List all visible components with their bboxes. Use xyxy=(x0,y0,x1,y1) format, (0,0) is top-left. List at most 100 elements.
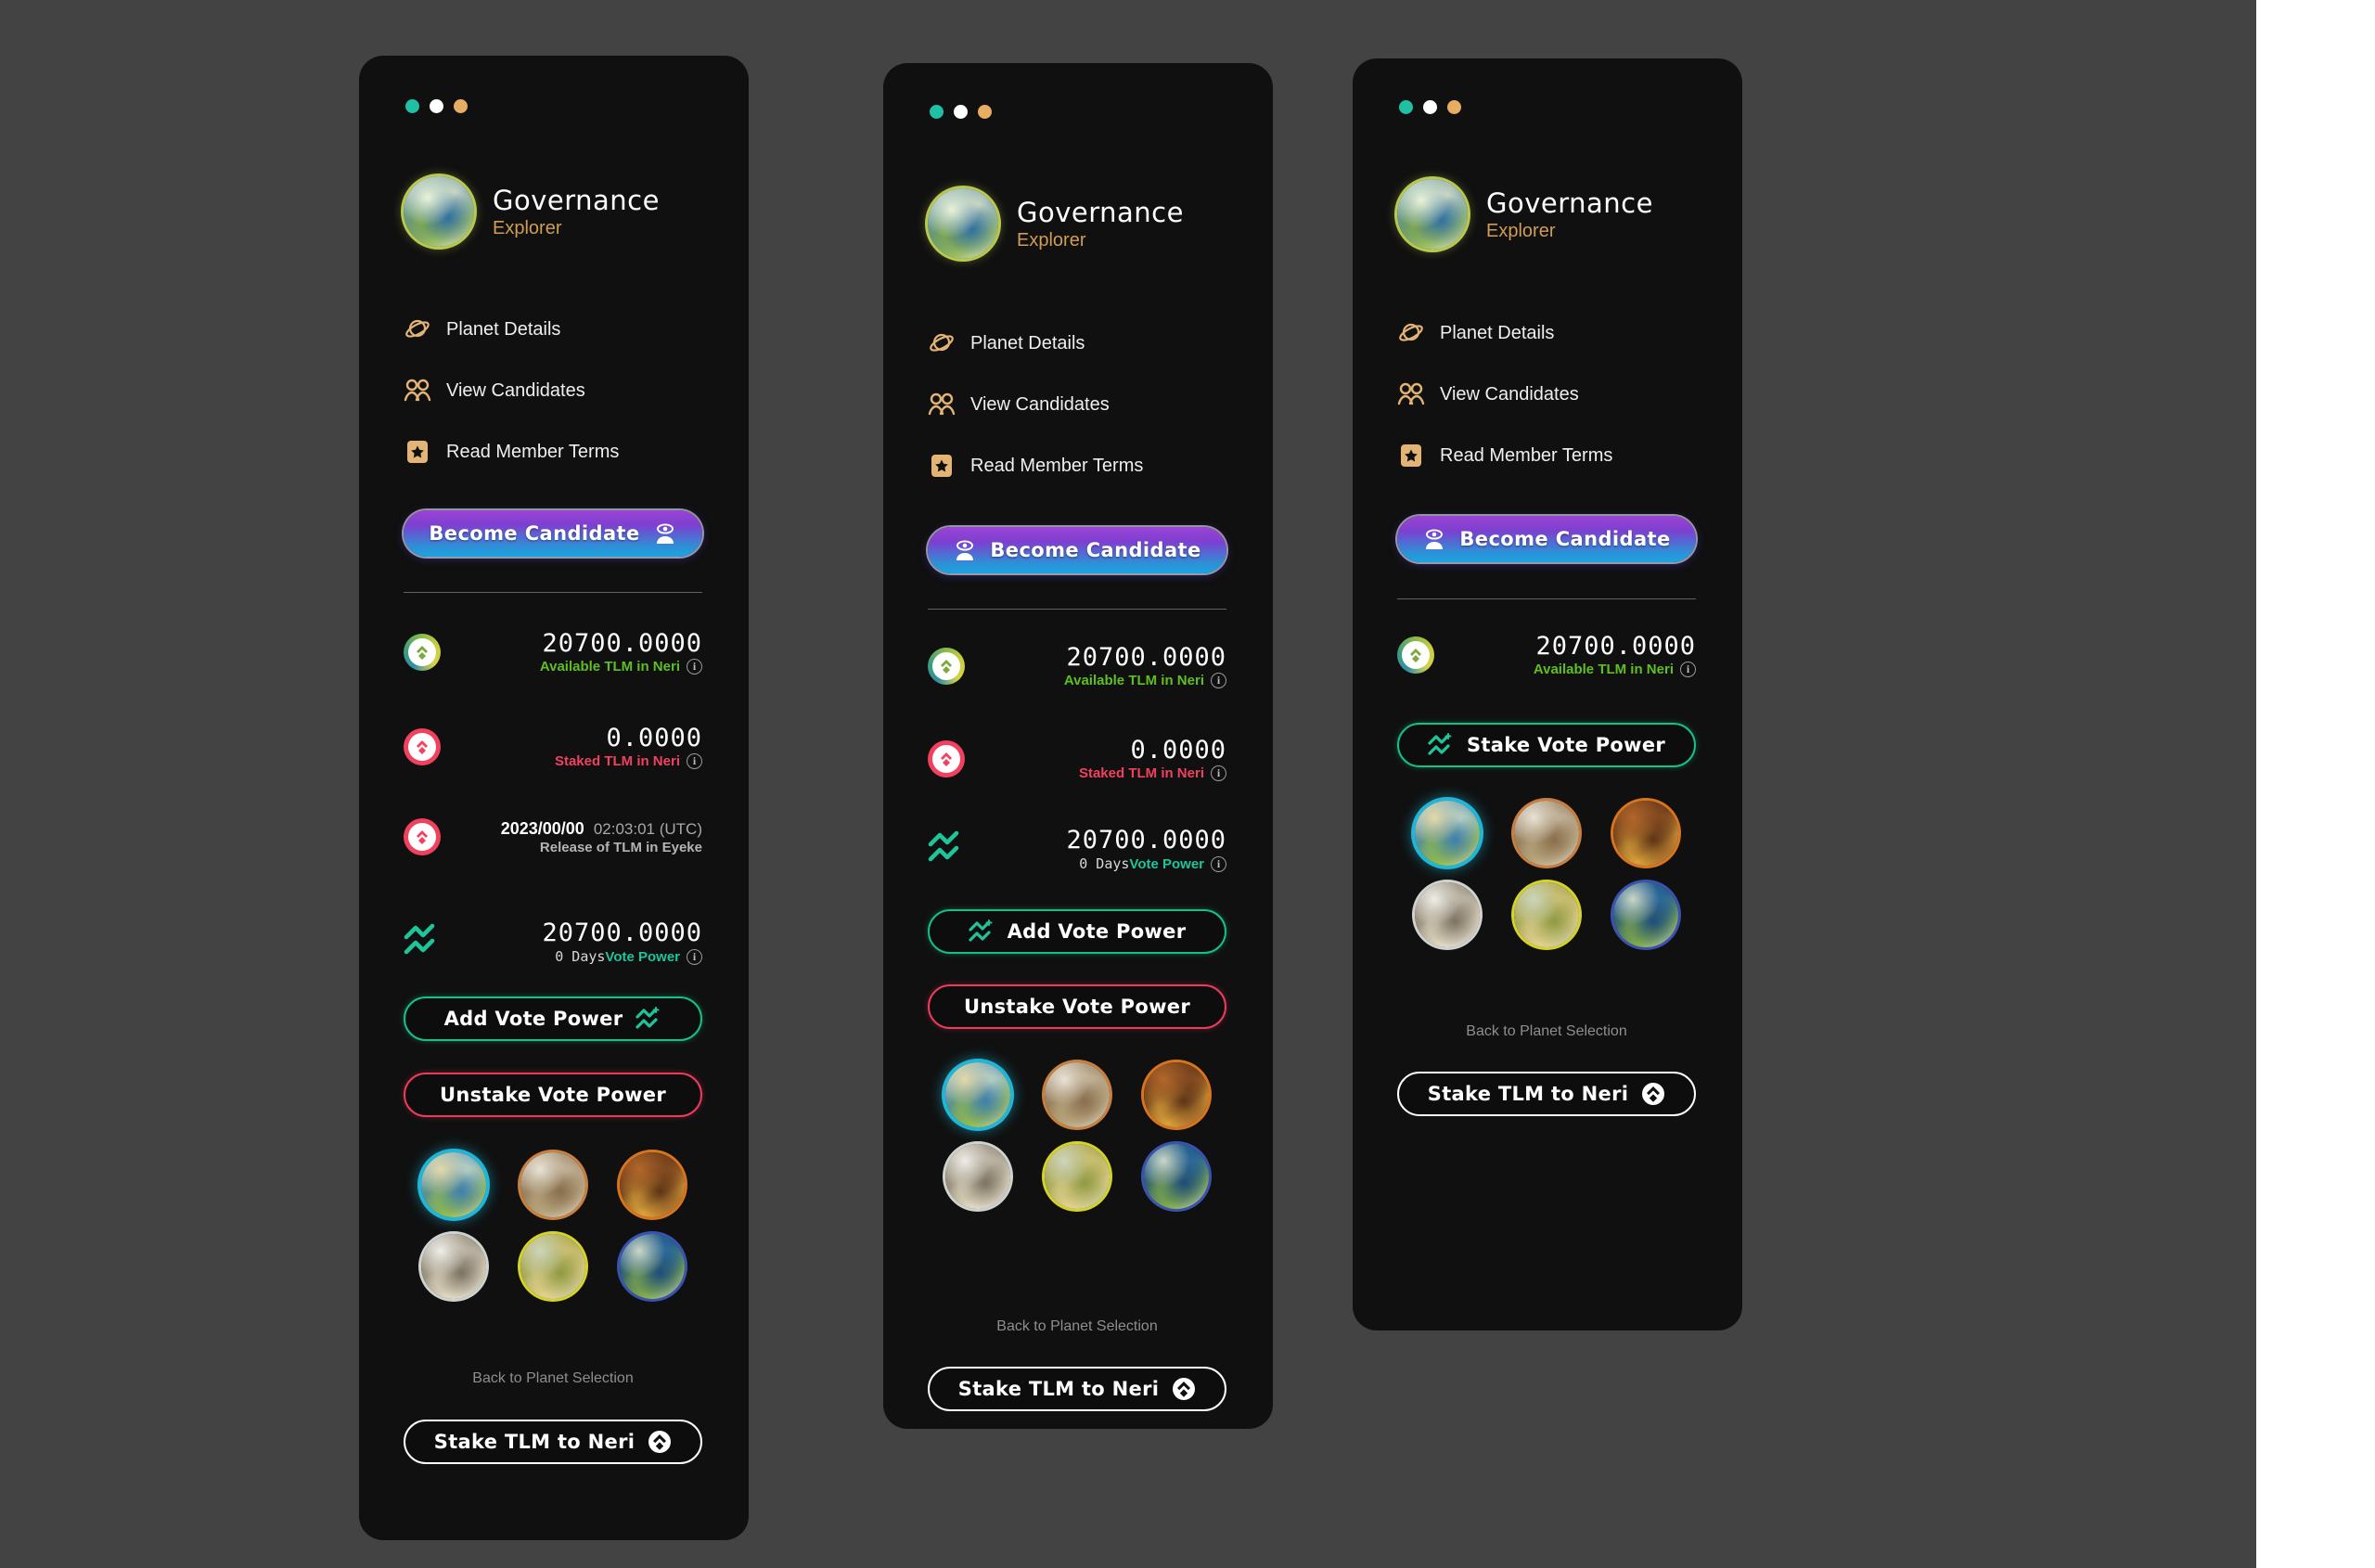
become-candidate-label: Become Candidate xyxy=(990,539,1201,561)
become-candidate-button[interactable]: Become Candidate xyxy=(1397,516,1696,562)
planet-thumb-naron[interactable] xyxy=(1613,882,1679,947)
back-to-planet-selection-link[interactable]: Back to Planet Selection xyxy=(1397,1023,1696,1040)
stat-staked-tlm: 0.0000 Staked TLM in Neri i xyxy=(928,736,1226,781)
stake-vote-power-button[interactable]: Stake Vote Power xyxy=(1397,723,1696,767)
planet-thumb-eyeke[interactable] xyxy=(944,1144,1010,1209)
dot-amber-icon[interactable] xyxy=(454,99,468,113)
dot-white-icon[interactable] xyxy=(1423,100,1437,114)
stat-vote-power: 20700.0000 0 Days Vote Power i xyxy=(928,826,1226,872)
info-icon[interactable]: i xyxy=(687,753,702,769)
panel-three: Governance Explorer Planet Details View … xyxy=(1353,58,1742,1330)
page-title: Governance xyxy=(1017,196,1184,228)
panel-two: Governance Explorer Planet Details View … xyxy=(883,63,1273,1429)
vote-power-label: Vote Power xyxy=(1129,856,1204,872)
planet-thumb-neri[interactable] xyxy=(944,1062,1010,1127)
release-date: 2023/00/00 xyxy=(500,818,584,838)
app-header: Governance Explorer xyxy=(404,176,710,247)
planet-thumb-magor[interactable] xyxy=(620,1152,686,1217)
main-nav: Planet Details View Candidates Read Memb… xyxy=(928,325,1243,484)
planet-thumb-veles[interactable] xyxy=(1513,882,1579,947)
info-icon[interactable]: i xyxy=(687,949,702,965)
staked-tlm-label: Staked TLM in Neri xyxy=(554,753,680,769)
nav-item-planet-details[interactable]: Planet Details xyxy=(404,311,719,348)
available-tlm-label: Available TLM in Neri xyxy=(539,659,680,675)
saturn-planet-icon xyxy=(928,329,956,357)
add-vote-power-label: Add Vote Power xyxy=(1007,920,1187,943)
unstake-vote-power-label: Unstake Vote Power xyxy=(963,996,1190,1018)
dot-teal-icon[interactable] xyxy=(930,105,944,119)
become-candidate-button[interactable]: Become Candidate xyxy=(928,527,1226,573)
add-vote-power-button[interactable]: Add Vote Power xyxy=(928,909,1226,954)
nav-label: Read Member Terms xyxy=(970,455,1144,476)
nav-item-planet-details[interactable]: Planet Details xyxy=(1397,315,1713,352)
planet-thumb-naron[interactable] xyxy=(1144,1144,1210,1209)
unstake-vote-power-button[interactable]: Unstake Vote Power xyxy=(404,1073,702,1117)
vote-power-days: 0 Days xyxy=(1079,855,1130,872)
nav-item-view-candidates[interactable]: View Candidates xyxy=(1397,376,1713,413)
planet-thumb-neri[interactable] xyxy=(1414,801,1480,866)
dot-white-icon[interactable] xyxy=(954,105,968,119)
available-tlm-label: Available TLM in Neri xyxy=(1533,662,1674,677)
nav-item-view-candidates[interactable]: View Candidates xyxy=(404,372,719,409)
planet-thumb-neri[interactable] xyxy=(420,1152,486,1217)
dot-white-icon[interactable] xyxy=(430,99,443,113)
header-divider xyxy=(1397,598,1696,599)
candidate-eye-person-icon xyxy=(953,539,977,561)
planet-thumb-magor[interactable] xyxy=(1144,1062,1210,1127)
planet-thumb-eyeke[interactable] xyxy=(420,1234,486,1299)
info-icon[interactable]: i xyxy=(1211,673,1226,688)
info-icon[interactable]: i xyxy=(1211,765,1226,781)
available-tlm-value: 20700.0000 xyxy=(1066,643,1226,672)
dot-teal-icon[interactable] xyxy=(405,99,419,113)
dot-amber-icon[interactable] xyxy=(978,105,992,119)
nav-item-view-candidates[interactable]: View Candidates xyxy=(928,386,1243,423)
planet-thumb-veles[interactable] xyxy=(1044,1144,1110,1209)
nav-label: View Candidates xyxy=(1440,383,1579,405)
header-divider xyxy=(928,609,1226,610)
page-title: Governance xyxy=(1486,186,1653,219)
vote-power-plus-icon xyxy=(635,1007,661,1031)
info-icon[interactable]: i xyxy=(1680,662,1696,677)
planet-thumb-kavian[interactable] xyxy=(1513,801,1579,866)
vote-power-days: 0 Days xyxy=(555,948,606,965)
nav-item-read-member-terms[interactable]: Read Member Terms xyxy=(928,447,1243,484)
planet-thumb-kavian[interactable] xyxy=(1044,1062,1110,1127)
back-to-planet-selection-link[interactable]: Back to Planet Selection xyxy=(404,1370,702,1387)
available-tlm-value: 20700.0000 xyxy=(1535,632,1696,661)
main-nav: Planet Details View Candidates Read Memb… xyxy=(404,311,719,470)
two-people-icon xyxy=(404,377,431,405)
planet-neri-avatar-icon xyxy=(1397,179,1468,250)
stake-tlm-label: Stake TLM to Neri xyxy=(1427,1083,1629,1105)
vote-power-plus-icon xyxy=(969,919,995,944)
add-vote-power-button[interactable]: Add Vote Power xyxy=(404,996,702,1041)
nav-item-planet-details[interactable]: Planet Details xyxy=(928,325,1243,362)
back-to-planet-selection-link[interactable]: Back to Planet Selection xyxy=(928,1318,1226,1335)
become-candidate-button[interactable]: Become Candidate xyxy=(404,510,702,557)
planet-thumb-veles[interactable] xyxy=(520,1234,585,1299)
nav-label: Planet Details xyxy=(970,332,1085,353)
dot-teal-icon[interactable] xyxy=(1399,100,1413,114)
star-badge-icon xyxy=(404,438,431,466)
stat-available-tlm: 20700.0000 Available TLM in Neri i xyxy=(404,629,702,675)
dot-amber-icon[interactable] xyxy=(1447,100,1461,114)
nav-item-read-member-terms[interactable]: Read Member Terms xyxy=(404,433,719,470)
stat-release-tlm: 2023/00/00 02:03:01 (UTC) Release of TLM… xyxy=(404,818,702,855)
stake-tlm-button[interactable]: Stake TLM to Neri xyxy=(928,1367,1226,1411)
planet-thumb-kavian[interactable] xyxy=(520,1152,585,1217)
saturn-planet-icon xyxy=(404,315,431,343)
nav-item-read-member-terms[interactable]: Read Member Terms xyxy=(1397,437,1713,474)
planet-thumb-naron[interactable] xyxy=(620,1234,686,1299)
planet-thumb-eyeke[interactable] xyxy=(1414,882,1480,947)
tlm-token-icon xyxy=(1641,1082,1665,1106)
two-people-icon xyxy=(928,391,956,418)
available-tlm-label: Available TLM in Neri xyxy=(1063,673,1204,688)
window-dots xyxy=(930,105,992,119)
stake-tlm-button[interactable]: Stake TLM to Neri xyxy=(404,1420,702,1464)
info-icon[interactable]: i xyxy=(1211,856,1226,872)
stake-tlm-button[interactable]: Stake TLM to Neri xyxy=(1397,1072,1696,1116)
planet-thumb-magor[interactable] xyxy=(1613,801,1679,866)
info-icon[interactable]: i xyxy=(687,659,702,675)
unstake-vote-power-button[interactable]: Unstake Vote Power xyxy=(928,984,1226,1029)
main-nav: Planet Details View Candidates Read Memb… xyxy=(1397,315,1713,474)
become-candidate-label: Become Candidate xyxy=(1459,528,1671,550)
